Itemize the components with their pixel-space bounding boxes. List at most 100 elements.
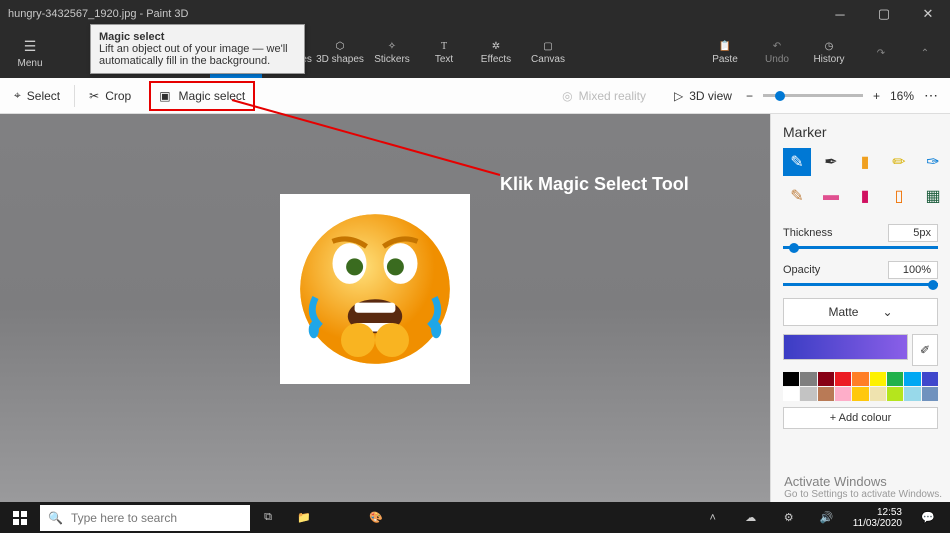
brush-water[interactable]: ▯ bbox=[885, 182, 913, 210]
chevron-down-icon: ⌄ bbox=[882, 305, 892, 319]
color-swatch[interactable] bbox=[922, 372, 938, 386]
magic-select-button[interactable]: ▣ Magic select bbox=[149, 81, 255, 111]
effects-icon: ✲ bbox=[492, 41, 500, 52]
tray-chevron-icon[interactable]: ˄ bbox=[695, 502, 731, 533]
expand-button[interactable]: ⌃ bbox=[910, 28, 940, 78]
search-icon: 🔍 bbox=[48, 511, 63, 525]
volume-icon[interactable]: 🔊 bbox=[809, 502, 845, 533]
add-color-button[interactable]: + Add colour bbox=[783, 407, 938, 429]
magic-select-tooltip: Magic select Lift an object out of your … bbox=[90, 24, 305, 74]
chevron-up-icon: ⌃ bbox=[921, 48, 929, 59]
tool-canvas[interactable]: ▢ Canvas bbox=[522, 28, 574, 78]
color-swatch[interactable] bbox=[887, 387, 903, 401]
notification-button[interactable]: 💬 bbox=[910, 502, 946, 533]
vr-icon: ◎ bbox=[562, 89, 572, 103]
color-swatch[interactable] bbox=[852, 387, 868, 401]
zoom-out-button[interactable]: − bbox=[746, 89, 753, 103]
tool-effects[interactable]: ✲ Effects bbox=[470, 28, 522, 78]
current-color[interactable] bbox=[783, 334, 908, 360]
color-swatch[interactable] bbox=[904, 387, 920, 401]
crop-icon: ✂ bbox=[89, 89, 99, 103]
tool-stickers[interactable]: ✧ Stickers bbox=[366, 28, 418, 78]
activate-windows-watermark: Activate Windows Go to Settings to activ… bbox=[784, 474, 942, 500]
color-swatch[interactable] bbox=[870, 387, 886, 401]
opacity-input[interactable]: 100% bbox=[888, 261, 938, 279]
crop-button[interactable]: ✂ Crop bbox=[75, 78, 145, 114]
network-icon[interactable]: ⚙ bbox=[771, 502, 807, 533]
color-swatch[interactable] bbox=[818, 372, 834, 386]
menu-button[interactable]: ☰ Menu bbox=[0, 28, 60, 78]
canvas-image[interactable] bbox=[280, 194, 470, 384]
color-swatch[interactable] bbox=[904, 372, 920, 386]
brush-fill[interactable]: ▦ bbox=[919, 182, 947, 210]
more-button[interactable]: ⋯ bbox=[924, 87, 938, 104]
opacity-label: Opacity bbox=[783, 264, 820, 276]
close-button[interactable]: ✕ bbox=[906, 0, 950, 28]
brush-pen[interactable]: ✑ bbox=[919, 148, 947, 176]
search-placeholder: Type here to search bbox=[71, 511, 177, 525]
thickness-slider[interactable] bbox=[783, 246, 938, 249]
start-button[interactable] bbox=[0, 502, 40, 533]
zoom-slider[interactable] bbox=[763, 94, 863, 97]
panel-title: Marker bbox=[783, 124, 938, 140]
taskbar-search[interactable]: 🔍 Type here to search bbox=[40, 505, 250, 531]
brush-grid: ✎ ✒ ▮ ✏ ✑ ✎ ▬ ▮ ▯ ▦ bbox=[783, 148, 938, 210]
tooltip-body: Lift an object out of your image — we'll… bbox=[99, 43, 288, 67]
tool-text[interactable]: T Text bbox=[418, 28, 470, 78]
select-button[interactable]: ⌖ Select bbox=[0, 78, 74, 114]
color-swatch[interactable] bbox=[870, 372, 886, 386]
color-swatch[interactable] bbox=[887, 372, 903, 386]
brush-crayon[interactable]: ▮ bbox=[851, 182, 879, 210]
browser-button[interactable] bbox=[322, 502, 358, 533]
brush-spray[interactable]: ✏ bbox=[885, 148, 913, 176]
undo-icon: ↶ bbox=[773, 41, 781, 52]
window-title: hungry-3432567_1920.jpg - Paint 3D bbox=[8, 8, 188, 20]
minimize-button[interactable]: ─ bbox=[818, 0, 862, 28]
file-explorer-button[interactable]: 📁 bbox=[286, 502, 322, 533]
taskbar: 🔍 Type here to search ⧉ 📁 🎨 ˄ ☁ ⚙ 🔊 12:5… bbox=[0, 502, 950, 533]
brush-eraser[interactable]: ▬ bbox=[817, 182, 845, 210]
color-swatch[interactable] bbox=[852, 372, 868, 386]
task-view-button[interactable]: ⧉ bbox=[250, 502, 286, 533]
eyedropper-button[interactable]: ✐ bbox=[912, 334, 938, 366]
paste-button[interactable]: 📋 Paste bbox=[702, 28, 748, 78]
annotation-text: Klik Magic Select Tool bbox=[500, 174, 689, 195]
3d-view-button[interactable]: ▷ 3D view bbox=[660, 78, 746, 114]
brush-pencil[interactable]: ✎ bbox=[783, 182, 811, 210]
emoji-image bbox=[290, 204, 460, 374]
maximize-button[interactable]: ▢ bbox=[862, 0, 906, 28]
brush-calligraphy[interactable]: ✒ bbox=[817, 148, 845, 176]
paint3d-taskbar-button[interactable]: 🎨 bbox=[358, 502, 394, 533]
color-swatch[interactable] bbox=[783, 372, 799, 386]
pointer-icon: ⌖ bbox=[14, 88, 21, 103]
text-icon: T bbox=[441, 41, 447, 52]
opacity-slider[interactable] bbox=[783, 283, 938, 286]
color-swatch[interactable] bbox=[783, 387, 799, 401]
hamburger-icon: ☰ bbox=[24, 38, 37, 55]
taskbar-clock[interactable]: 12:53 11/03/2020 bbox=[847, 507, 908, 529]
history-icon: ◷ bbox=[825, 41, 834, 52]
color-swatch[interactable] bbox=[922, 387, 938, 401]
side-panel: Marker ✎ ✒ ▮ ✏ ✑ ✎ ▬ ▮ ▯ ▦ Thickness 5px… bbox=[770, 114, 950, 502]
history-button[interactable]: ◷ History bbox=[806, 28, 852, 78]
mixed-reality-button: ◎ Mixed reality bbox=[548, 78, 660, 114]
thickness-label: Thickness bbox=[783, 227, 833, 239]
color-swatch[interactable] bbox=[835, 372, 851, 386]
redo-button[interactable]: ↷ bbox=[858, 28, 904, 78]
color-swatch[interactable] bbox=[800, 372, 816, 386]
brush-oil[interactable]: ▮ bbox=[851, 148, 879, 176]
tool-3d-shapes[interactable]: ⬡ 3D shapes bbox=[314, 28, 366, 78]
color-swatch[interactable] bbox=[818, 387, 834, 401]
thickness-input[interactable]: 5px bbox=[888, 224, 938, 242]
brush-marker[interactable]: ✎ bbox=[783, 148, 811, 176]
stickers-icon: ✧ bbox=[388, 41, 396, 52]
undo-button[interactable]: ↶ Undo bbox=[754, 28, 800, 78]
shapes-3d-icon: ⬡ bbox=[336, 41, 345, 52]
cube-icon: ▷ bbox=[674, 89, 683, 103]
color-swatch[interactable] bbox=[800, 387, 816, 401]
canvas-area[interactable]: Klik Magic Select Tool bbox=[0, 114, 770, 502]
zoom-in-button[interactable]: + bbox=[873, 89, 880, 103]
material-dropdown[interactable]: Matte ⌄ bbox=[783, 298, 938, 326]
color-swatch[interactable] bbox=[835, 387, 851, 401]
onedrive-icon[interactable]: ☁ bbox=[733, 502, 769, 533]
